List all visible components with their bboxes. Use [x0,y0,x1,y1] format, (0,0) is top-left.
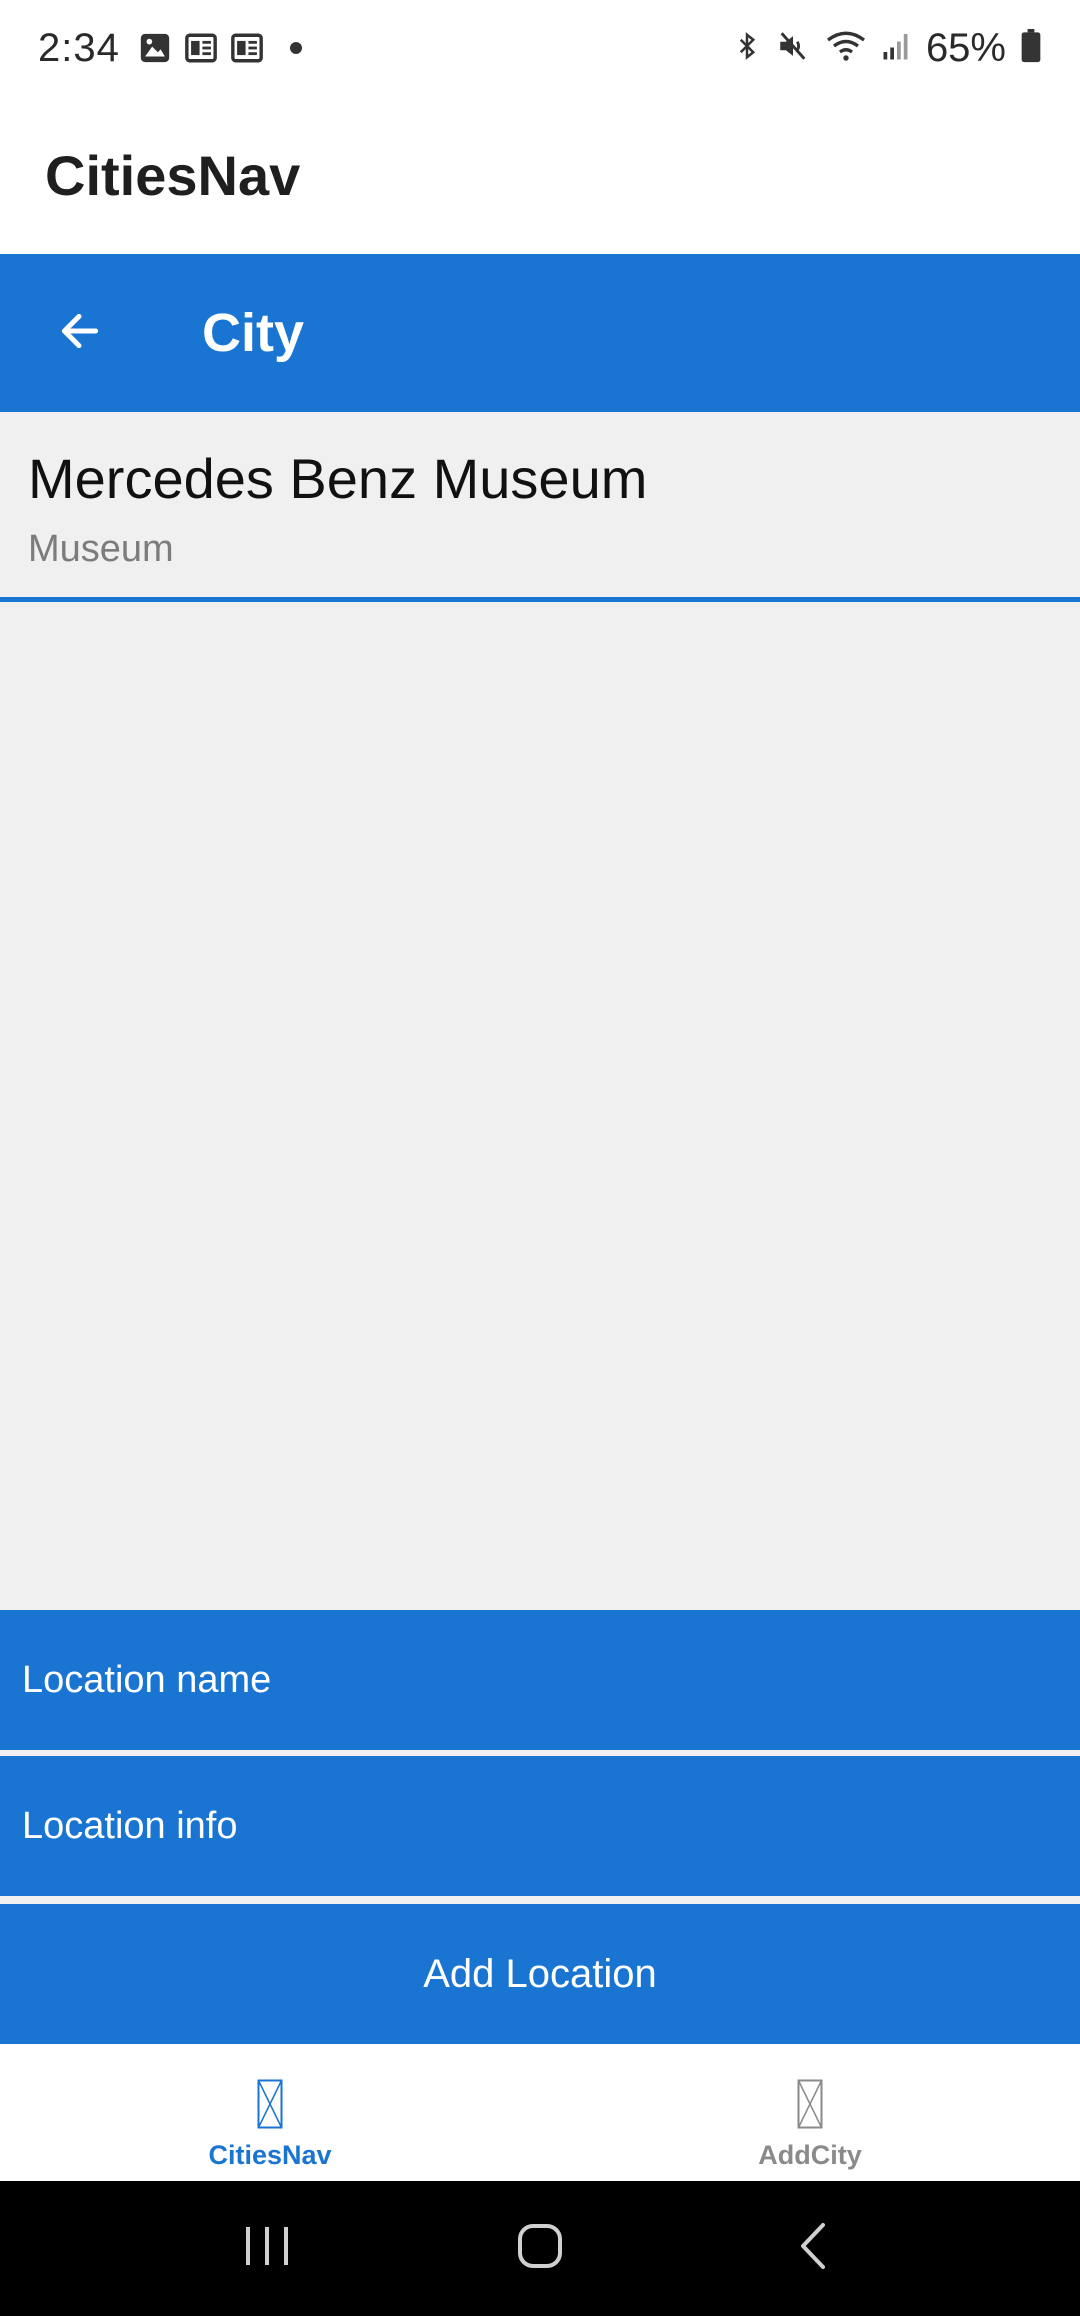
list-item[interactable]: Mercedes Benz Museum Museum [0,412,1080,602]
notification-icons [138,31,302,65]
location-name: Mercedes Benz Museum [28,447,648,510]
back-button[interactable] [0,254,158,412]
recent-apps-button[interactable] [207,2204,327,2294]
recent-apps-icon [242,2223,292,2274]
home-button[interactable] [480,2204,600,2294]
wifi-icon [824,28,868,69]
tab-label: CitiesNav [208,2140,332,2170]
page-title: City [202,303,305,363]
arrow-back-icon [54,306,104,361]
location-info: Museum [28,527,174,570]
add-location-label: Add Location [423,1951,657,1996]
battery-icon [1020,28,1042,68]
add-location-button[interactable]: Add Location [0,1904,1080,2044]
missing-glyph-icon [797,2079,823,2134]
app-header: CitiesNav [0,96,1080,254]
tab-label: AddCity [758,2140,862,2170]
system-back-button[interactable] [753,2204,873,2294]
dot-icon [289,42,302,54]
status-right-icons: 65% [732,26,1042,71]
location-info-placeholder: Location info [22,1804,238,1847]
tab-citiesnav[interactable]: CitiesNav [0,2044,540,2181]
bottom-tab-bar: CitiesNav AddCity [0,2044,1080,2181]
status-time: 2:34 [38,25,120,70]
system-navigation-bar [0,2181,1080,2316]
news-notification-icon [230,31,264,65]
image-notification-icon [138,31,172,65]
news-notification-icon [184,31,218,65]
mute-icon [776,28,810,69]
bluetooth-icon [732,28,762,69]
signal-icon [882,30,912,67]
app-title: CitiesNav [45,143,301,207]
navigation-bar: City [0,254,1080,412]
location-info-input[interactable]: Location info [0,1756,1080,1896]
home-icon [515,2221,565,2276]
status-bar: 2:34 65% [0,0,1080,96]
chevron-left-icon [795,2221,831,2276]
battery-percent: 65% [925,25,1006,70]
location-name-placeholder: Location name [22,1658,272,1701]
tab-addcity[interactable]: AddCity [540,2044,1080,2181]
missing-glyph-icon [257,2079,283,2134]
location-name-input[interactable]: Location name [0,1610,1080,1750]
